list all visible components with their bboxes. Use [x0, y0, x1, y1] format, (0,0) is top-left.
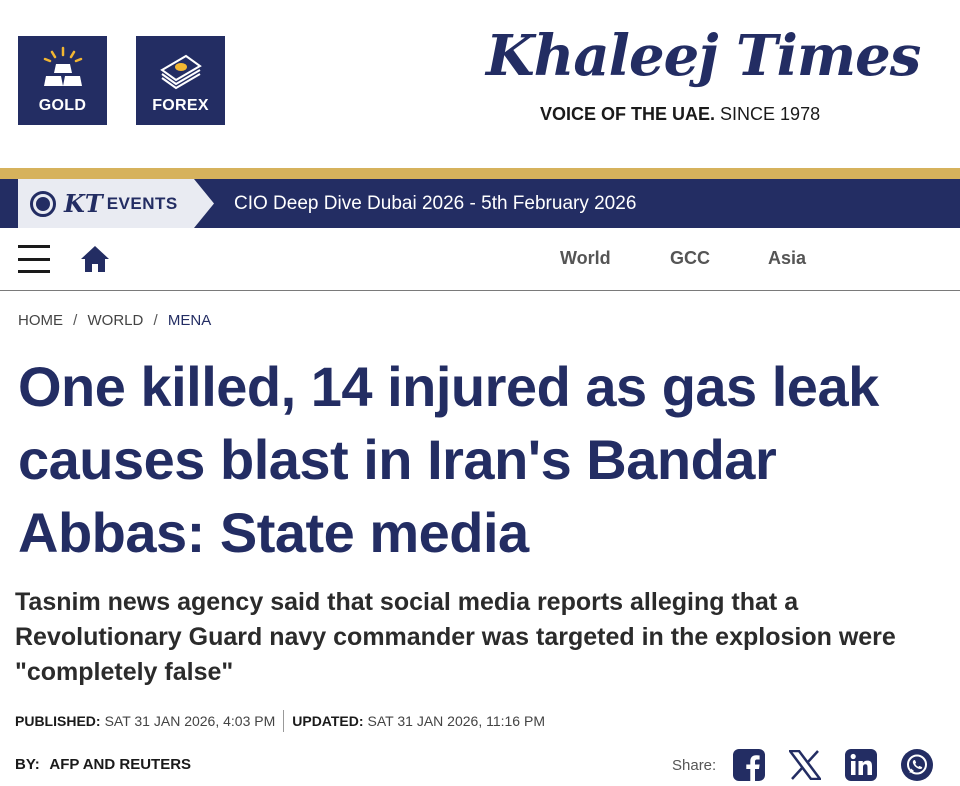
- menu-icon[interactable]: [18, 245, 50, 273]
- share-bar: Share:: [672, 748, 934, 782]
- article-summary: Tasnim news agency said that social medi…: [15, 588, 896, 686]
- main-nav: World GCC Asia: [0, 228, 960, 291]
- article-byline: BY: AFP AND REUTERS: [15, 756, 191, 773]
- events-word: EVENTS: [106, 193, 178, 213]
- breadcrumb: HOME / WORLD / MENA: [18, 312, 211, 329]
- whatsapp-icon: [901, 749, 934, 781]
- tagline-since: SINCE 1978: [715, 104, 821, 124]
- share-linkedin-button[interactable]: [844, 748, 878, 782]
- tagline-bold: VOICE OF THE UAE.: [540, 104, 716, 124]
- share-x-button[interactable]: [788, 748, 822, 782]
- breadcrumb-separator: /: [73, 312, 78, 329]
- published-date: SAT 31 JAN 2026, 4:03 PM: [104, 713, 276, 729]
- events-banner[interactable]: KT EVENTS CIO Deep Dive Dubai 2026 - 5th…: [0, 179, 960, 228]
- meta-divider: [283, 710, 285, 732]
- site-logo[interactable]: Khaleej Times: [486, 23, 921, 104]
- gold-bars-icon: [43, 46, 82, 86]
- x-icon: [789, 750, 822, 780]
- article-headline: One killed, 14 injured as gas leak cause…: [18, 355, 879, 564]
- nav-link-gcc[interactable]: GCC: [670, 248, 710, 269]
- share-facebook-button[interactable]: [732, 748, 766, 782]
- gold-tile-label: GOLD: [38, 97, 87, 114]
- byline-label: BY:: [15, 756, 40, 773]
- share-label: Share:: [672, 756, 717, 774]
- breadcrumb-separator: /: [153, 312, 158, 329]
- gold-rates-tile[interactable]: GOLD: [18, 36, 107, 125]
- gold-divider: [0, 168, 960, 179]
- updated-label: UPDATED:: [292, 713, 364, 729]
- linkedin-icon: [845, 749, 878, 781]
- kt-monogram: KT: [64, 189, 103, 218]
- forex-tile-label: FOREX: [152, 97, 209, 114]
- events-headline-link[interactable]: CIO Deep Dive Dubai 2026 - 5th February …: [234, 179, 636, 228]
- published-label: PUBLISHED:: [15, 713, 101, 729]
- nav-link-world[interactable]: World: [560, 248, 611, 269]
- events-record-icon: [30, 190, 56, 217]
- updated-date: SAT 31 JAN 2026, 11:16 PM: [367, 713, 545, 729]
- site-header: GOLD FOREX Khaleej Times VOICE OF THE UA…: [0, 0, 960, 168]
- nav-link-asia[interactable]: Asia: [768, 248, 806, 269]
- kt-events-badge[interactable]: KT EVENTS: [18, 179, 214, 228]
- site-tagline: VOICE OF THE UAE. SINCE 1978: [540, 104, 820, 125]
- facebook-icon: [733, 749, 766, 781]
- banknotes-icon: [159, 54, 202, 90]
- forex-rates-tile[interactable]: FOREX: [136, 36, 225, 125]
- breadcrumb-world[interactable]: WORLD: [88, 312, 144, 329]
- share-whatsapp-button[interactable]: [900, 748, 934, 782]
- breadcrumb-home[interactable]: HOME: [18, 312, 63, 329]
- byline-authors[interactable]: AFP AND REUTERS: [49, 756, 191, 773]
- home-icon[interactable]: [80, 245, 110, 273]
- logo-wordmark: Khaleej Times: [486, 23, 921, 89]
- article-dates: PUBLISHED: SAT 31 JAN 2026, 4:03 PM UPDA…: [15, 710, 545, 732]
- breadcrumb-mena[interactable]: MENA: [168, 312, 211, 329]
